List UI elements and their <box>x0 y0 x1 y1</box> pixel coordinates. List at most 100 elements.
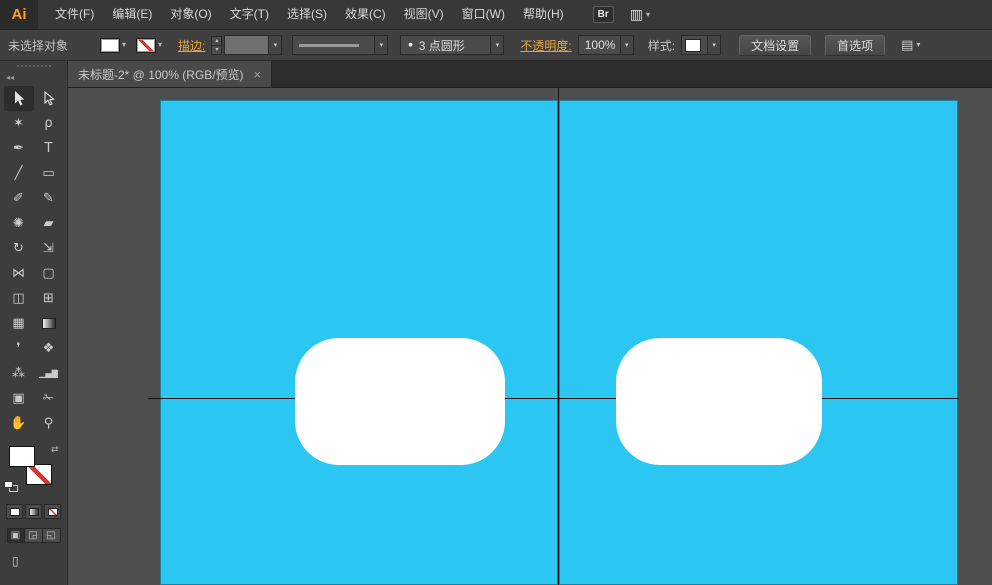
blob-brush-tool[interactable]: ✺ <box>4 211 34 236</box>
pencil-tool[interactable]: ✎ <box>34 186 64 211</box>
stroke-color-control[interactable]: ▾ <box>136 38 162 53</box>
type-tool[interactable]: T <box>34 136 64 161</box>
default-fill-stroke-icon[interactable] <box>4 481 20 494</box>
menu-select[interactable]: 选择(S) <box>278 0 336 29</box>
shape-builder-tool[interactable]: ◫ <box>4 286 34 311</box>
menu-window[interactable]: 窗口(W) <box>453 0 514 29</box>
paintbrush-tool[interactable]: ✐ <box>4 186 34 211</box>
lasso-icon: ρ <box>44 117 52 130</box>
column-graph-icon: ▁▄▇ <box>39 370 57 378</box>
stroke-weight-dropdown[interactable]: ▾ <box>224 35 282 55</box>
spin-down-icon[interactable]: ▾ <box>212 46 221 54</box>
rounded-rect-shape-left[interactable] <box>295 338 505 465</box>
rotate-tool[interactable]: ↻ <box>4 236 34 261</box>
width-profile-dropdown[interactable]: ▾ <box>292 35 388 55</box>
line-segment-tool[interactable]: ╱ <box>4 161 34 186</box>
free-transform-tool[interactable]: ▢ <box>34 261 64 286</box>
uniform-profile-preview <box>299 44 359 47</box>
default-fill-mini <box>4 481 13 488</box>
stroke-panel-link[interactable]: 描边: <box>178 37 205 54</box>
selection-arrow-icon <box>12 91 25 107</box>
magic-wand-tool[interactable]: ✶ <box>4 111 34 136</box>
pen-tool[interactable]: ✒ <box>4 136 34 161</box>
grip-dots-icon <box>16 64 52 68</box>
perspective-grid-tool[interactable]: ⊞ <box>34 286 64 311</box>
scale-tool[interactable]: ⇲ <box>34 236 64 261</box>
stroke-weight-stepper[interactable]: ▴ ▾ <box>211 36 222 55</box>
stroke-swatch[interactable] <box>26 464 52 485</box>
column-graph-tool[interactable]: ▁▄▇ <box>34 361 64 386</box>
lasso-tool[interactable]: ρ <box>34 111 64 136</box>
draw-behind-mode[interactable]: ◲ <box>25 528 43 543</box>
menu-bar: Ai 文件(F) 编辑(E) 对象(O) 文字(T) 选择(S) 效果(C) 视… <box>0 0 992 30</box>
fill-swatch[interactable] <box>9 446 35 467</box>
arrange-documents-button[interactable]: ▥ ▾ <box>630 8 650 22</box>
illustrator-logo: Ai <box>0 0 38 29</box>
draw-inside-mode[interactable]: ◱ <box>43 528 61 543</box>
bridge-icon[interactable]: Br <box>593 6 614 23</box>
color-button[interactable] <box>6 504 23 519</box>
panel-grip[interactable] <box>0 61 67 71</box>
artboard-divider-line <box>558 88 559 585</box>
blend-tool[interactable]: ❖ <box>34 336 64 361</box>
symbol-sprayer-tool[interactable]: ⁂ <box>4 361 34 386</box>
screen-mode-button[interactable]: ▯ <box>0 552 67 570</box>
draw-normal-mode[interactable]: ▣ <box>7 528 25 543</box>
style-dropdown[interactable]: ▾ <box>681 35 721 55</box>
pencil-icon: ✎ <box>43 192 54 205</box>
mesh-tool[interactable]: ▦ <box>4 311 34 336</box>
swap-fill-stroke-icon[interactable]: ⇄ <box>51 445 59 455</box>
document-title: 未标题-2* @ 100% (RGB/预览) <box>78 66 244 83</box>
style-swatch <box>685 39 701 52</box>
zoom-tool[interactable]: ⚲ <box>34 411 64 436</box>
fill-stroke-indicator: ⇄ <box>0 444 67 496</box>
chevron-down-icon: ▾ <box>646 11 650 19</box>
chevron-down-icon: ▾ <box>268 36 281 54</box>
eraser-tool[interactable]: ▰ <box>34 211 64 236</box>
slice-tool[interactable]: ✁ <box>34 386 64 411</box>
menu-object[interactable]: 对象(O) <box>161 0 220 29</box>
hand-tool[interactable]: ✋ <box>4 411 34 436</box>
opacity-value: 100% <box>585 38 616 52</box>
close-icon[interactable]: × <box>254 67 262 82</box>
brush-name: 3 点圆形 <box>419 37 465 54</box>
canvas-area[interactable] <box>68 88 992 585</box>
eyedropper-tool[interactable]: ❜ <box>4 336 34 361</box>
menu-effect[interactable]: 效果(C) <box>336 0 395 29</box>
opacity-link[interactable]: 不透明度: <box>520 37 571 54</box>
gradient-tool[interactable] <box>34 311 64 336</box>
menu-file[interactable]: 文件(F) <box>46 0 103 29</box>
color-icon <box>10 508 20 516</box>
document-setup-button[interactable]: 文档设置 <box>739 35 811 56</box>
spin-up-icon[interactable]: ▴ <box>212 37 221 46</box>
chevron-down-icon: ▾ <box>158 41 162 49</box>
document-tab[interactable]: 未标题-2* @ 100% (RGB/预览) × <box>68 61 272 87</box>
menu-type[interactable]: 文字(T) <box>221 0 278 29</box>
width-tool[interactable]: ⋈ <box>4 261 34 286</box>
stroke-color-swatch <box>136 38 156 53</box>
none-icon <box>48 508 58 516</box>
menu-view[interactable]: 视图(V) <box>395 0 453 29</box>
selection-tool[interactable] <box>4 86 34 111</box>
collapse-panel-button[interactable]: ◂◂ <box>0 71 67 84</box>
menu-help[interactable]: 帮助(H) <box>514 0 573 29</box>
opacity-dropdown[interactable]: 100% ▾ <box>578 35 634 55</box>
fill-color-control[interactable]: ▾ <box>100 38 126 53</box>
brush-definition-dropdown[interactable]: ● 3 点圆形 ▾ <box>400 35 504 55</box>
direct-selection-arrow-icon <box>42 91 55 107</box>
rectangle-tool[interactable]: ▭ <box>34 161 64 186</box>
rectangle-icon: ▭ <box>42 167 54 180</box>
control-panel-menu-button[interactable]: ▤ ▾ <box>901 39 920 52</box>
gradient-button[interactable] <box>25 504 42 519</box>
pen-icon: ✒ <box>13 142 24 155</box>
menu-edit[interactable]: 编辑(E) <box>103 0 161 29</box>
none-button[interactable] <box>44 504 61 519</box>
rounded-rect-shape-right[interactable] <box>616 338 822 465</box>
scale-icon: ⇲ <box>43 242 54 255</box>
screen-mode-icon: ▯ <box>12 554 19 568</box>
perspective-grid-icon: ⊞ <box>43 292 54 305</box>
artboard-tool[interactable]: ▣ <box>4 386 34 411</box>
symbol-sprayer-icon: ⁂ <box>12 367 25 380</box>
preferences-button[interactable]: 首选项 <box>825 35 885 56</box>
direct-selection-tool[interactable] <box>34 86 64 111</box>
